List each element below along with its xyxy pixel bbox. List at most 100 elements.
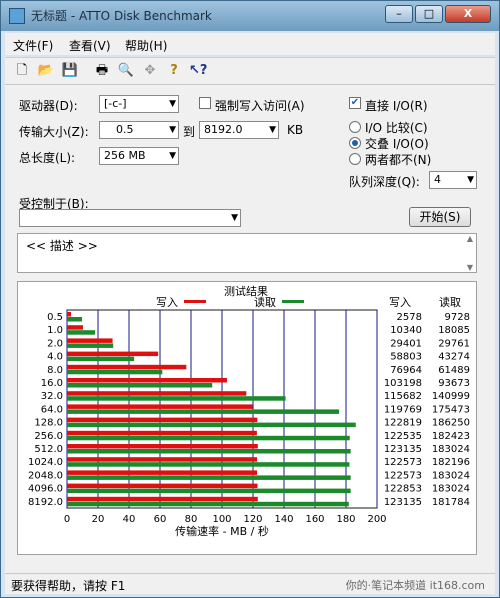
total-length-select[interactable]: 256 MB ▼ bbox=[99, 147, 179, 165]
description-text: << 描述 >> bbox=[26, 239, 98, 253]
y-tick-label: 256.0 bbox=[34, 431, 63, 442]
write-bar bbox=[67, 404, 253, 409]
io-compare-radio[interactable] bbox=[349, 121, 361, 133]
minimize-button[interactable]: – bbox=[385, 5, 413, 23]
scroll-up-icon[interactable]: ▲ bbox=[467, 234, 473, 243]
print-preview-icon[interactable]: 🔍 bbox=[117, 62, 135, 80]
direct-io-checkbox[interactable]: ✔ bbox=[349, 97, 361, 109]
window-title: 无标题 - ATTO Disk Benchmark bbox=[31, 9, 212, 23]
total-length-value: 256 MB bbox=[104, 149, 146, 162]
write-value-label: 115682 bbox=[384, 391, 422, 402]
title-bar[interactable]: 无标题 - ATTO Disk Benchmark – □ X bbox=[1, 1, 499, 31]
x-tick-label: 0 bbox=[64, 514, 70, 525]
read-bar bbox=[67, 422, 356, 428]
print-icon[interactable]: 🖶 bbox=[93, 62, 111, 80]
legend-write-label: 写入 bbox=[156, 296, 178, 309]
write-column-header: 写入 bbox=[389, 296, 411, 309]
transfer-from-value: 0.5 bbox=[116, 123, 134, 136]
write-bar bbox=[67, 417, 258, 423]
write-bar bbox=[67, 378, 227, 383]
app-window: 无标题 - ATTO Disk Benchmark – □ X 文件(F) 查看… bbox=[0, 0, 500, 598]
menu-view[interactable]: 查看(V) bbox=[69, 37, 111, 54]
write-value-label: 122819 bbox=[384, 418, 422, 429]
y-tick-label: 128.0 bbox=[34, 418, 63, 429]
x-tick-label: 80 bbox=[185, 514, 198, 525]
x-tick-label: 140 bbox=[274, 514, 293, 525]
chevron-down-icon: ▼ bbox=[169, 99, 176, 109]
read-column-header: 读取 bbox=[439, 295, 461, 309]
transfer-to-value: 8192.0 bbox=[204, 123, 243, 136]
write-value-label: 119769 bbox=[384, 404, 422, 415]
read-bar bbox=[67, 396, 286, 401]
write-bar bbox=[67, 470, 258, 475]
menu-bar: 文件(F) 查看(V) 帮助(H) bbox=[5, 33, 495, 55]
description-box[interactable]: << 描述 >> ▲ ▼ bbox=[17, 233, 477, 273]
context-help-icon[interactable]: ↖? bbox=[189, 62, 207, 80]
queue-depth-label: 队列深度(Q): bbox=[349, 175, 420, 189]
menu-help[interactable]: 帮助(H) bbox=[125, 37, 167, 54]
read-value-label: 18085 bbox=[438, 325, 470, 336]
write-value-label: 122853 bbox=[384, 484, 422, 495]
write-value-label: 122573 bbox=[384, 457, 422, 468]
chevron-down-icon: ▼ bbox=[231, 213, 238, 223]
drive-label: 驱动器(D): bbox=[19, 99, 78, 113]
drive-select[interactable]: [-c-] ▼ bbox=[99, 95, 179, 113]
transfer-from-select[interactable]: 0.5 ▼ bbox=[99, 121, 179, 139]
status-bar: 要获得帮助，请按 F1 你的·笔记本频道 it168.com bbox=[5, 573, 495, 594]
legend-read-label: 读取 bbox=[254, 295, 276, 309]
open-icon[interactable]: 📂 bbox=[37, 62, 55, 80]
maximize-button[interactable]: □ bbox=[415, 5, 443, 23]
write-bar bbox=[67, 444, 258, 449]
menu-file[interactable]: 文件(F) bbox=[13, 37, 53, 54]
read-value-label: 181784 bbox=[432, 497, 470, 508]
close-button[interactable]: X bbox=[445, 5, 491, 23]
y-tick-label: 512.0 bbox=[34, 444, 63, 455]
y-tick-label: 4096.0 bbox=[28, 484, 63, 495]
help-icon[interactable]: ? bbox=[165, 62, 183, 80]
chevron-down-icon: ▼ bbox=[169, 125, 176, 135]
queue-depth-select[interactable]: 4 ▼ bbox=[429, 171, 477, 189]
write-bar bbox=[67, 351, 159, 357]
read-value-label: 140999 bbox=[432, 391, 470, 402]
y-tick-label: 4.0 bbox=[47, 352, 63, 363]
write-bar bbox=[67, 325, 83, 330]
transfer-to-select[interactable]: 8192.0 ▼ bbox=[199, 121, 279, 139]
io-compare-label: I/O 比较(C) bbox=[365, 121, 428, 135]
y-tick-label: 8192.0 bbox=[28, 497, 63, 508]
read-value-label: 61489 bbox=[438, 365, 470, 376]
x-tick-label: 100 bbox=[212, 514, 231, 525]
write-value-label: 58803 bbox=[390, 352, 422, 363]
read-bar bbox=[67, 475, 351, 480]
overlap-io-radio[interactable] bbox=[349, 137, 361, 149]
write-value-label: 122573 bbox=[384, 470, 422, 481]
results-chart: 测试结果写入 读取 写入 读取0 20 40 60 80 100 120 140 160 180 200传… bbox=[28, 285, 470, 538]
x-tick-label: 20 bbox=[92, 514, 105, 525]
write-value-label: 123135 bbox=[384, 497, 422, 508]
scroll-down-icon[interactable]: ▼ bbox=[467, 263, 473, 272]
controlled-by-select[interactable]: ▼ bbox=[19, 209, 241, 227]
write-bar bbox=[67, 483, 258, 489]
start-button[interactable]: 开始(S) bbox=[409, 207, 471, 227]
y-tick-label: 0.5 bbox=[47, 312, 63, 323]
legend-read-swatch bbox=[282, 300, 304, 303]
write-bar bbox=[67, 430, 257, 436]
read-value-label: 183024 bbox=[432, 470, 470, 481]
total-length-label: 总长度(L): bbox=[19, 151, 76, 165]
write-bar bbox=[67, 364, 187, 370]
read-bar bbox=[67, 356, 135, 362]
move-icon[interactable]: ✥ bbox=[141, 62, 159, 80]
read-bar bbox=[67, 369, 163, 375]
toolbar: 🗋 📂 💾 🖶 🔍 ✥ ? ↖? bbox=[5, 57, 495, 85]
chevron-down-icon: ▼ bbox=[269, 125, 276, 135]
direct-io-label: 直接 I/O(R) bbox=[365, 99, 428, 113]
force-write-checkbox[interactable] bbox=[199, 97, 211, 109]
save-icon[interactable]: 💾 bbox=[61, 62, 79, 80]
queue-depth-value: 4 bbox=[434, 173, 441, 186]
read-value-label: 9728 bbox=[445, 312, 470, 323]
read-value-label: 175473 bbox=[432, 404, 470, 415]
x-tick-label: 160 bbox=[305, 514, 324, 525]
new-icon[interactable]: 🗋 bbox=[13, 62, 31, 80]
neither-radio[interactable] bbox=[349, 153, 361, 165]
read-value-label: 93673 bbox=[438, 378, 470, 389]
write-bar bbox=[67, 338, 113, 343]
